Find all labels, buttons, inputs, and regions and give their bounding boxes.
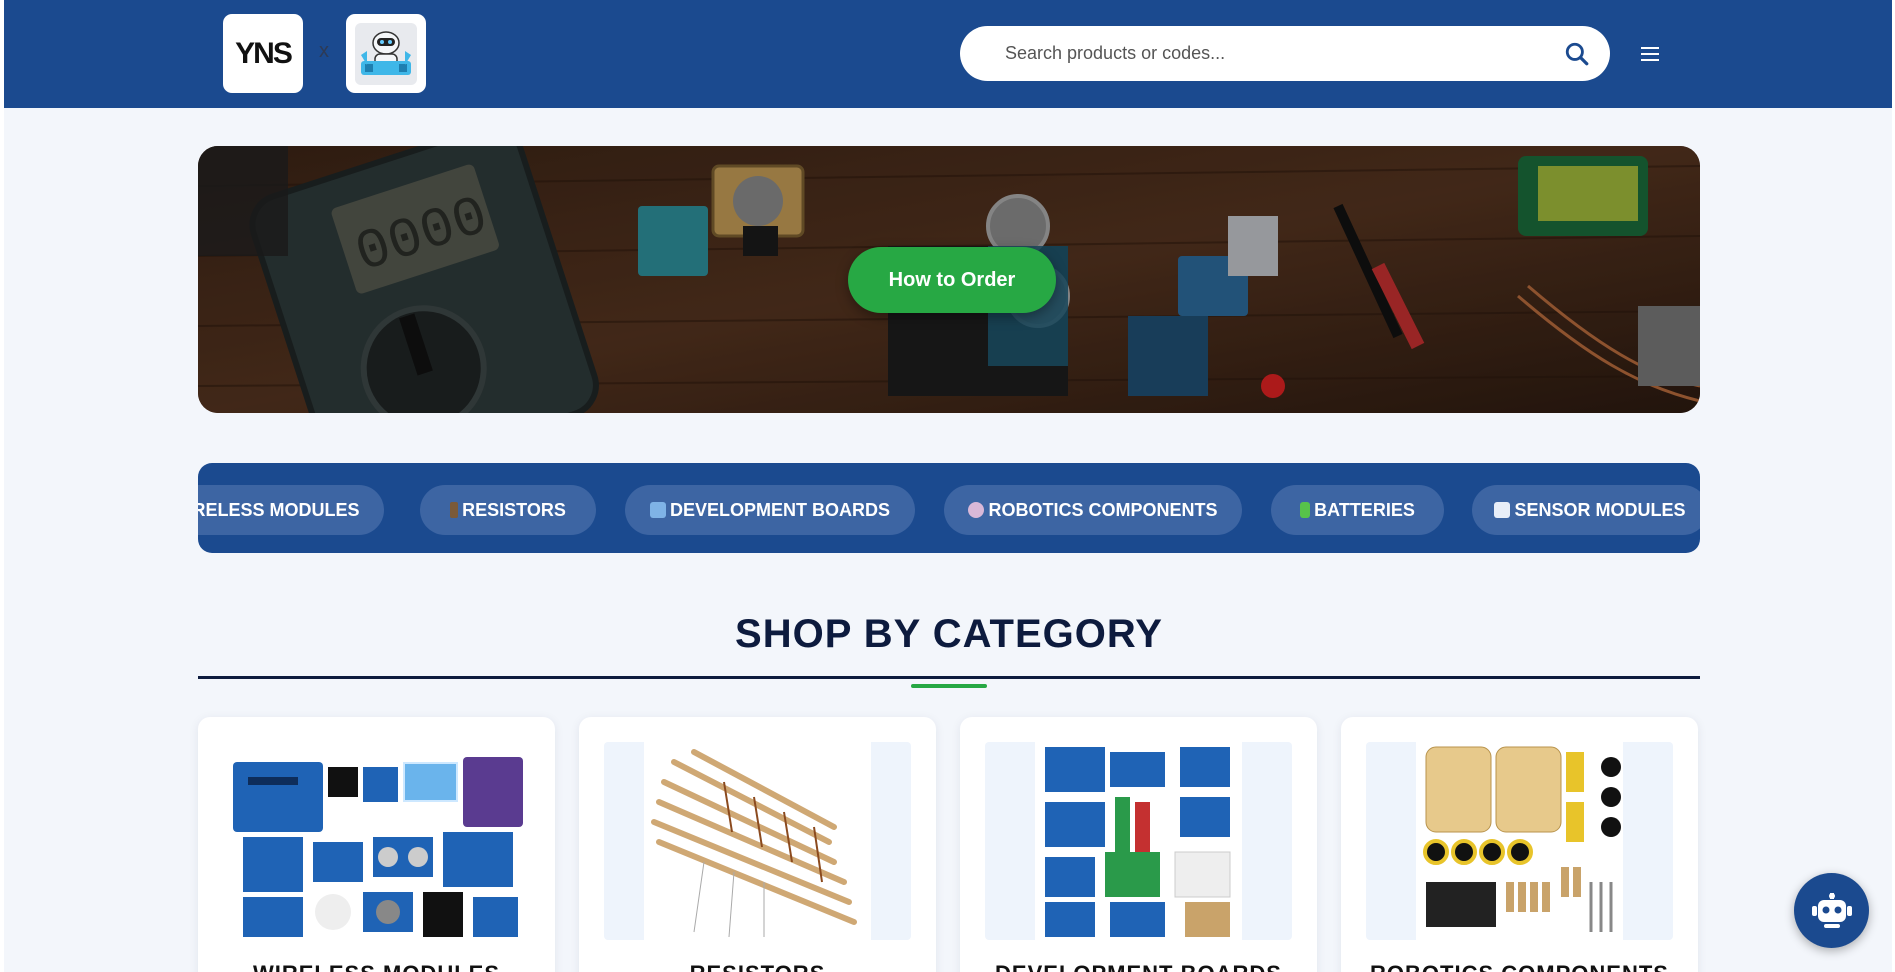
chip-label: DEVELOPMENT BOARDS xyxy=(669,499,891,520)
chip-wireless-modules[interactable]: RELESS MODULES xyxy=(198,485,384,535)
laptop-icon xyxy=(649,502,666,518)
logo-separator: x xyxy=(319,40,329,62)
category-card-label: DEVELOPMENT BOARDS xyxy=(960,961,1317,972)
search-icon[interactable] xyxy=(1564,41,1590,67)
chip-label: RESISTORS xyxy=(462,499,566,520)
section-title: SHOP BY CATEGORY xyxy=(735,612,1163,656)
search-input[interactable] xyxy=(1005,26,1545,81)
category-card-label: WIRELESS MODULES xyxy=(198,961,555,972)
chip-label: ROBOTICS COMPONENTS xyxy=(988,499,1218,520)
category-card-label: RESISTORS xyxy=(579,961,936,972)
how-to-order-button[interactable]: How to Order xyxy=(848,247,1056,313)
chip-label: RELESS MODULES xyxy=(198,499,360,520)
development-boards-image xyxy=(985,742,1292,940)
wireless-modules-image xyxy=(223,742,530,940)
search-bar xyxy=(960,26,1610,81)
title-divider xyxy=(198,676,1700,679)
battery-icon xyxy=(1300,502,1311,518)
chip-resistors[interactable]: RESISTORS xyxy=(420,485,596,535)
chip-label: SENSOR MODULES xyxy=(1514,499,1686,520)
category-card-wireless-modules[interactable]: WIRELESS MODULES xyxy=(198,717,555,972)
yns-logo[interactable]: YNS xyxy=(223,14,303,93)
probe-icon xyxy=(450,502,459,518)
category-card-development-boards[interactable]: DEVELOPMENT BOARDS xyxy=(960,717,1317,972)
robot-icon xyxy=(1811,892,1852,928)
robot-icon xyxy=(968,502,985,518)
robot-logo[interactable] xyxy=(346,14,426,93)
top-header: YNS x xyxy=(4,0,1892,108)
robotics-components-image xyxy=(1366,742,1673,940)
chip-development-boards[interactable]: DEVELOPMENT BOARDS xyxy=(625,485,915,535)
page: YNS x Search products or codes... 0000 H… xyxy=(4,0,1892,972)
category-card-resistors[interactable]: RESISTORS xyxy=(579,717,936,972)
title-accent-bar xyxy=(911,684,987,688)
chip-batteries[interactable]: BATTERIES xyxy=(1271,485,1444,535)
chip-sensor-modules[interactable]: SENSOR MODULES xyxy=(1472,485,1700,535)
hamburger-menu-icon[interactable] xyxy=(1636,40,1664,68)
hero-banner: 0000 How to Order xyxy=(198,146,1700,413)
chip-robotics-components[interactable]: ROBOTICS COMPONENTS xyxy=(944,485,1242,535)
category-scroller: RELESS MODULES RESISTORS DEVELOPMENT BOA… xyxy=(198,463,1700,553)
chart-icon xyxy=(1494,502,1511,518)
chip-label: BATTERIES xyxy=(1314,499,1415,520)
category-card-robotics-components[interactable]: ROBOTICS COMPONENTS xyxy=(1341,717,1698,972)
resistors-image xyxy=(604,742,911,940)
yns-logo-text: YNS xyxy=(235,36,293,70)
chatbot-button[interactable] xyxy=(1794,873,1869,948)
category-card-label: ROBOTICS COMPONENTS xyxy=(1341,961,1698,972)
robot-logo-icon xyxy=(355,22,417,85)
